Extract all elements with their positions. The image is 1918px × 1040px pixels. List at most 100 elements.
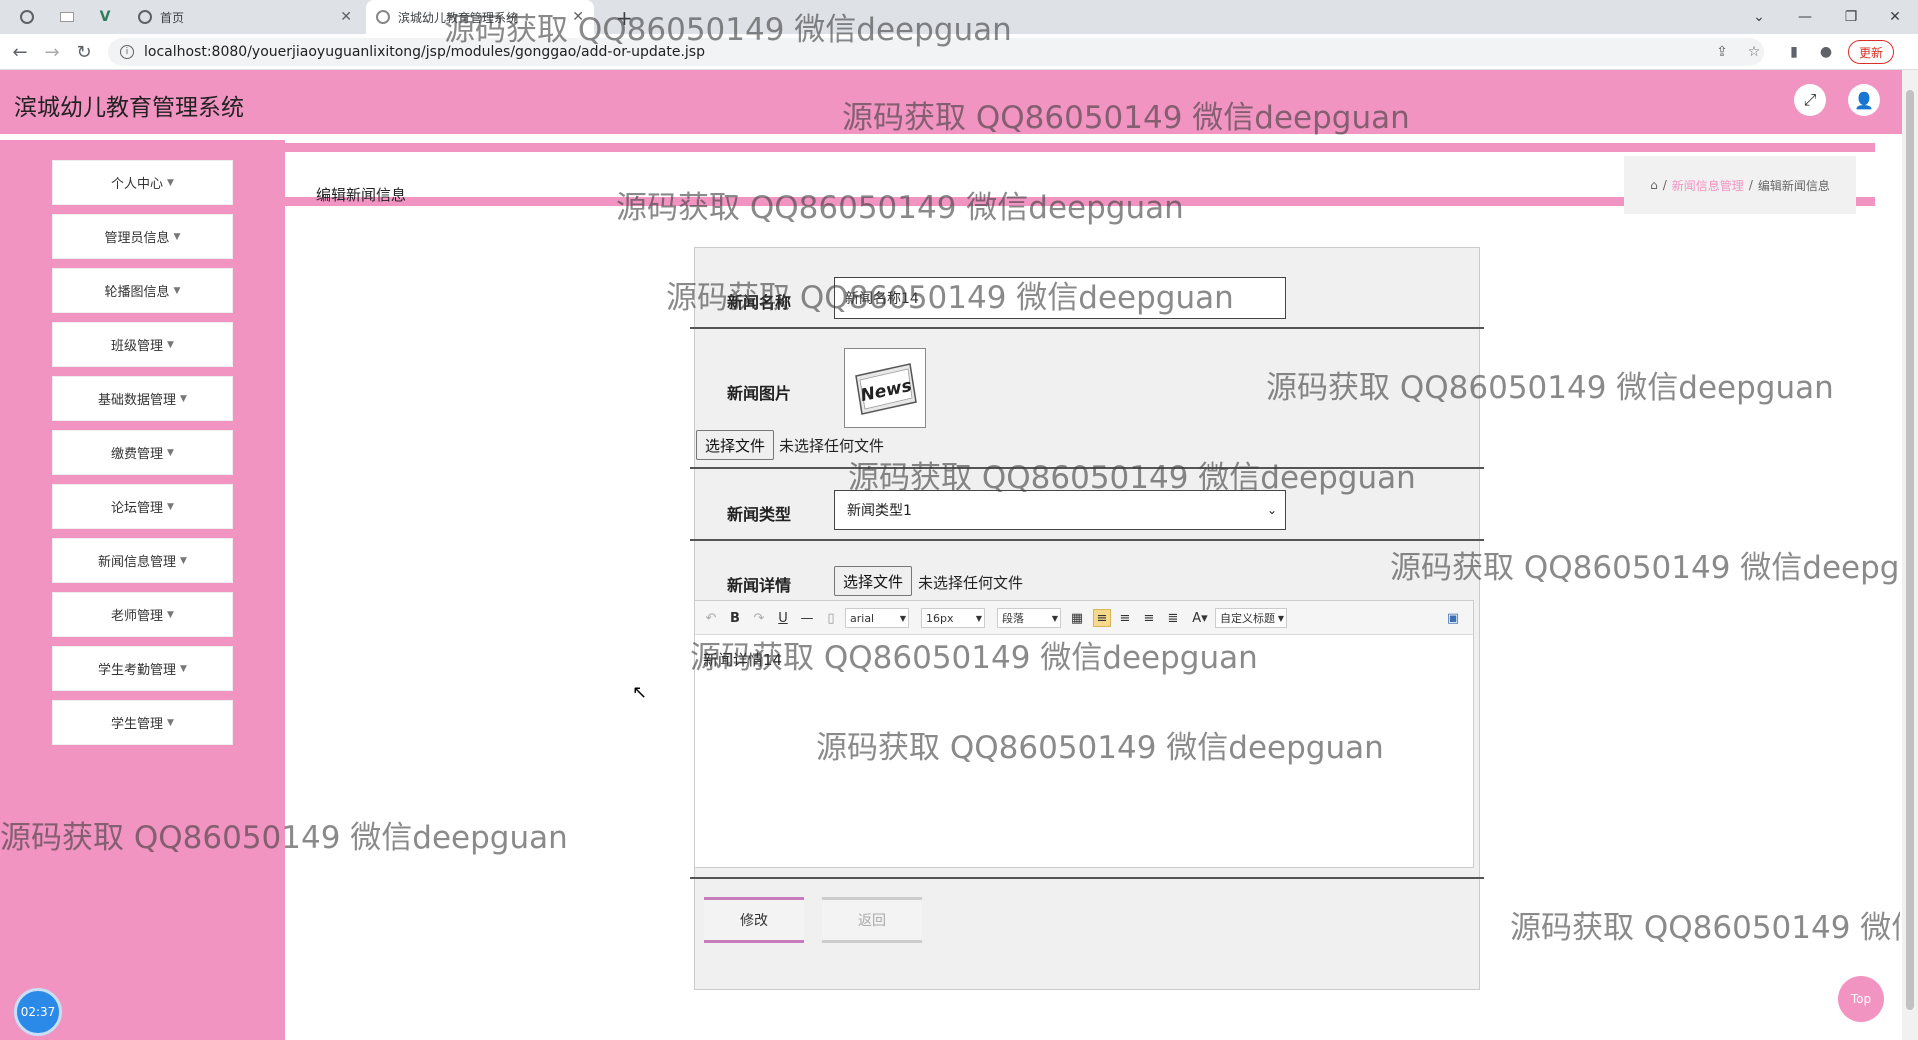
- horizontal-rule-icon[interactable]: —: [799, 609, 815, 627]
- close-icon[interactable]: ✕: [572, 9, 584, 25]
- align-center-icon[interactable]: ≡: [1141, 609, 1157, 627]
- caret-down-icon: ▼: [167, 447, 174, 458]
- sidebar-item-fees[interactable]: 缴费管理 ▼: [52, 430, 233, 475]
- pinned-tab-2[interactable]: [50, 0, 84, 34]
- sidebar-item-label: 学生考勤管理: [98, 663, 177, 678]
- fullscreen-icon[interactable]: ⤢: [1794, 84, 1826, 116]
- bold-icon[interactable]: B: [727, 609, 743, 627]
- breadcrumb-parent-link[interactable]: 新闻信息管理: [1672, 177, 1744, 194]
- undo-icon[interactable]: ↶: [703, 609, 719, 627]
- caret-down-icon: ▼: [1277, 613, 1284, 623]
- restore-icon[interactable]: ❐: [1828, 0, 1874, 34]
- forward-arrow-icon[interactable]: →: [40, 40, 64, 64]
- redo-icon[interactable]: ↷: [751, 609, 767, 627]
- justify-icon[interactable]: ≣: [1165, 609, 1181, 627]
- browser-tab-bar: V 首页 ✕ 滨城幼儿教育管理系统 ✕ + ⌄ — ❐ ✕: [0, 0, 1918, 34]
- image-file-status: 未选择任何文件: [779, 437, 885, 455]
- update-label: 更新: [1859, 45, 1884, 60]
- sidebar-item-students[interactable]: 学生管理 ▼: [52, 700, 233, 745]
- choose-image-file-button[interactable]: 选择文件: [696, 430, 775, 460]
- sidebar-item-forum[interactable]: 论坛管理 ▼: [52, 484, 233, 529]
- share-icon[interactable]: ⇪: [1712, 42, 1732, 62]
- rich-text-editor[interactable]: ↶ B ↷ U — ▯ arial ▼ 16px ▼ 段落 ▼ ▦ ≡ ≡ ≡ ≣ A…: [694, 600, 1474, 868]
- caret-down-icon: ▼: [173, 231, 181, 242]
- align-left-icon[interactable]: ≡: [1093, 609, 1111, 627]
- minimize-icon[interactable]: —: [1782, 0, 1828, 34]
- submit-button[interactable]: 修改: [704, 897, 804, 943]
- custom-title-value: 自定义标题: [1220, 612, 1275, 625]
- page-icon: [60, 12, 74, 22]
- caret-down-icon: ▼: [180, 393, 187, 404]
- sidebar-item-basic-data[interactable]: 基础数据管理 ▼: [52, 376, 233, 421]
- row-divider: [690, 877, 1484, 879]
- sidebar-item-label: 轮播图信息: [104, 285, 170, 300]
- sidebar-item-label: 班级管理: [111, 339, 164, 354]
- sidebar-item-news[interactable]: 新闻信息管理 ▼: [52, 538, 233, 583]
- sidebar-item-label: 论坛管理: [111, 501, 164, 516]
- row-divider: [690, 327, 1484, 329]
- caret-down-icon: ▼: [167, 717, 174, 728]
- window-close-icon[interactable]: ✕: [1872, 0, 1918, 34]
- sidebar-item-label: 新闻信息管理: [98, 555, 177, 570]
- table-icon[interactable]: ▦: [1069, 609, 1085, 627]
- font-color-icon[interactable]: A▾: [1189, 609, 1211, 627]
- row-divider: [690, 467, 1484, 469]
- pinned-tab-3[interactable]: V: [88, 0, 122, 34]
- sidebar-item-class-mgmt[interactable]: 班级管理 ▼: [52, 322, 233, 367]
- tab-home[interactable]: 首页 ✕: [128, 0, 362, 34]
- tab-active[interactable]: 滨城幼儿教育管理系统 ✕: [366, 0, 594, 34]
- paragraph-value: 段落: [1002, 612, 1024, 625]
- underline-icon[interactable]: U: [775, 609, 791, 627]
- document-icon[interactable]: ▯: [823, 609, 839, 627]
- back-to-top-button[interactable]: Top: [1838, 976, 1884, 1022]
- sidebar-item-personal-center[interactable]: 个人中心 ▼: [52, 160, 233, 205]
- divider: [285, 143, 1875, 152]
- caret-down-icon: ▼: [899, 613, 906, 623]
- screen: V 首页 ✕ 滨城幼儿教育管理系统 ✕ + ⌄ — ❐ ✕ ← → ↻ i lo…: [0, 0, 1918, 1040]
- home-icon[interactable]: ⌂: [1650, 178, 1658, 192]
- caret-down-icon: ▼: [167, 339, 174, 350]
- chevron-down-icon[interactable]: ⌄: [1736, 0, 1782, 34]
- news-type-label: 新闻类型: [727, 505, 792, 524]
- globe-icon: [138, 10, 152, 24]
- font-family-select[interactable]: arial ▼: [845, 608, 909, 628]
- mouse-cursor-icon: ↖: [632, 682, 648, 703]
- star-icon[interactable]: ☆: [1744, 42, 1764, 62]
- fullscreen-editor-icon[interactable]: ▣: [1445, 609, 1461, 627]
- url-text: localhost:8080/youerjiaoyuguanlixitong/j…: [144, 44, 705, 60]
- pinned-tab-1[interactable]: [10, 0, 44, 34]
- caret-down-icon: ▼: [180, 555, 187, 566]
- news-type-select[interactable]: 新闻类型1 ⌄: [834, 490, 1286, 530]
- update-button[interactable]: 更新: [1848, 40, 1895, 64]
- reload-icon[interactable]: ↻: [72, 40, 96, 64]
- caret-down-icon: ▼: [167, 177, 174, 188]
- user-icon[interactable]: 👤: [1848, 84, 1880, 116]
- back-button[interactable]: 返回: [822, 897, 922, 943]
- caret-down-icon: ▼: [1051, 613, 1058, 623]
- sidebar-item-teachers[interactable]: 老师管理 ▼: [52, 592, 233, 637]
- choose-detail-file-button[interactable]: 选择文件: [834, 566, 913, 596]
- new-tab-button[interactable]: +: [616, 6, 633, 30]
- font-size-select[interactable]: 16px ▼: [921, 608, 985, 628]
- align-right-icon[interactable]: ≡: [1117, 609, 1133, 627]
- back-arrow-icon[interactable]: ←: [8, 40, 32, 64]
- custom-title-select[interactable]: 自定义标题 ▼: [1215, 608, 1287, 628]
- editor-content[interactable]: 新闻详情14: [703, 649, 782, 670]
- paragraph-select[interactable]: 段落 ▼: [997, 608, 1061, 628]
- tab-title: 首页: [160, 10, 185, 25]
- url-field[interactable]: i localhost:8080/youerjiaoyuguanlixitong…: [108, 38, 1764, 66]
- info-icon: i: [120, 45, 134, 59]
- sidepanel-icon[interactable]: ▮: [1784, 42, 1804, 62]
- news-image-preview: News: [844, 348, 926, 428]
- scrollbar[interactable]: [1902, 70, 1918, 1040]
- sidebar-item-attendance[interactable]: 学生考勤管理 ▼: [52, 646, 233, 691]
- news-name-input[interactable]: [834, 277, 1286, 319]
- profile-icon[interactable]: ●: [1816, 42, 1836, 62]
- caret-down-icon: ▼: [167, 501, 174, 512]
- sidebar-item-admin-info[interactable]: 管理员信息 ▼: [52, 214, 233, 259]
- scrollbar-thumb[interactable]: [1906, 90, 1914, 1010]
- news-type-value: 新闻类型1: [847, 503, 912, 519]
- breadcrumb: ⌂ / 新闻信息管理 / 编辑新闻信息: [1624, 156, 1856, 214]
- sidebar-item-carousel-info[interactable]: 轮播图信息 ▼: [52, 268, 233, 313]
- close-icon[interactable]: ✕: [340, 9, 352, 25]
